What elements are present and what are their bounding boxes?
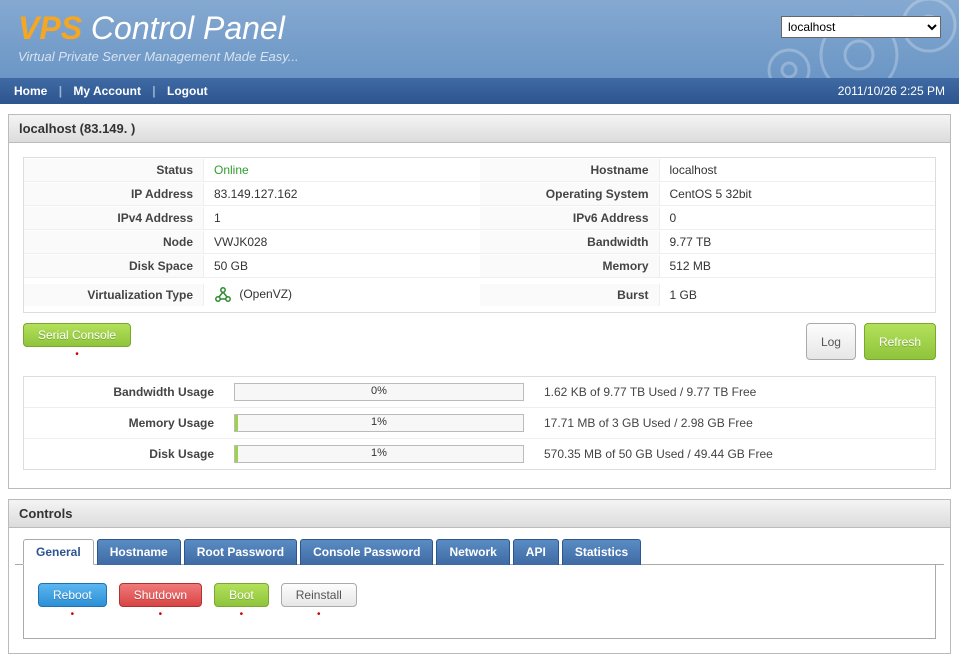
virt-type-value: (OpenVZ) [204, 282, 480, 308]
memory-value: 512 MB [660, 255, 936, 277]
serial-console-button[interactable]: Serial Console [23, 323, 131, 347]
serial-console-dot: • [75, 349, 79, 360]
tab-statistics[interactable]: Statistics [562, 539, 641, 565]
mem-usage-label: Memory Usage [24, 416, 224, 430]
controls-heading: Controls [9, 500, 950, 528]
bandwidth-label: Bandwidth [480, 231, 660, 253]
nav-separator: | [152, 84, 155, 98]
hostname-label: Hostname [480, 159, 660, 181]
bw-usage-text: 1.62 KB of 9.77 TB Used / 9.77 TB Free [534, 385, 935, 399]
os-label: Operating System [480, 183, 660, 205]
tab-content-general: Reboot • Shutdown • Boot • Reinstall • [23, 565, 936, 639]
bw-usage-pct: 0% [235, 385, 523, 397]
tab-general[interactable]: General [23, 539, 94, 565]
ip-value: 83.149.127.162 [204, 183, 480, 205]
disk-usage-bar: 1% [234, 445, 524, 463]
mem-usage-text: 17.71 MB of 3 GB Used / 2.98 GB Free [534, 416, 935, 430]
nav-logout[interactable]: Logout [167, 84, 208, 98]
ipv6-value: 0 [660, 207, 936, 229]
burst-value: 1 GB [660, 284, 936, 306]
tab-network[interactable]: Network [436, 539, 509, 565]
status-label: Status [24, 159, 204, 181]
server-select-dropdown[interactable]: localhost [781, 16, 941, 38]
node-label: Node [24, 231, 204, 253]
tab-root-password[interactable]: Root Password [184, 539, 297, 565]
bw-usage-label: Bandwidth Usage [24, 385, 224, 399]
ip-label: IP Address [24, 183, 204, 205]
refresh-button[interactable]: Refresh [864, 323, 936, 360]
main-navbar: Home | My Account | Logout 2011/10/26 2:… [0, 78, 959, 104]
bandwidth-value: 9.77 TB [660, 231, 936, 253]
disk-space-label: Disk Space [24, 255, 204, 277]
ipv4-label: IPv4 Address [24, 207, 204, 229]
os-value: CentOS 5 32bit [660, 183, 936, 205]
nav-my-account[interactable]: My Account [73, 84, 141, 98]
nav-home[interactable]: Home [14, 84, 47, 98]
tab-api[interactable]: API [513, 539, 559, 565]
tab-hostname[interactable]: Hostname [97, 539, 181, 565]
shutdown-button[interactable]: Shutdown [119, 583, 202, 607]
controls-tabs: General Hostname Root Password Console P… [15, 538, 944, 565]
ipv4-value: 1 [204, 207, 480, 229]
virt-type-text: (OpenVZ) [239, 287, 292, 301]
disk-space-value: 50 GB [204, 255, 480, 277]
server-info-grid: StatusOnline IP Address83.149.127.162 IP… [23, 157, 936, 313]
virt-type-label: Virtualization Type [24, 284, 204, 306]
controls-panel: Controls General Hostname Root Password … [8, 499, 951, 654]
app-tagline: Virtual Private Server Management Made E… [18, 49, 941, 64]
app-header: VPS Control Panel Virtual Private Server… [0, 0, 959, 78]
boot-button[interactable]: Boot [214, 583, 269, 607]
reboot-button[interactable]: Reboot [38, 583, 107, 607]
node-value: VWJK028 [204, 231, 480, 253]
bw-usage-bar: 0% [234, 383, 524, 401]
nav-datetime: 2011/10/26 2:25 PM [838, 84, 945, 98]
status-value: Online [204, 159, 480, 181]
server-panel-heading: localhost (83.149. ) [9, 115, 950, 143]
app-title-vps: VPS [18, 10, 82, 46]
memory-label: Memory [480, 255, 660, 277]
disk-usage-label: Disk Usage [24, 447, 224, 461]
openvz-icon [214, 286, 232, 304]
disk-usage-text: 570.35 MB of 50 GB Used / 49.44 GB Free [534, 447, 935, 461]
hostname-value: localhost [660, 159, 936, 181]
mem-usage-pct: 1% [235, 416, 523, 428]
reinstall-dot: • [317, 609, 321, 620]
shutdown-dot: • [159, 609, 163, 620]
tab-console-password[interactable]: Console Password [300, 539, 433, 565]
server-panel: localhost (83.149. ) StatusOnline IP Add… [8, 114, 951, 489]
nav-separator: | [59, 84, 62, 98]
log-button[interactable]: Log [806, 323, 856, 360]
burst-label: Burst [480, 284, 660, 306]
reinstall-button[interactable]: Reinstall [281, 583, 357, 607]
app-title-rest: Control Panel [82, 10, 285, 46]
reboot-dot: • [71, 609, 75, 620]
boot-dot: • [240, 609, 244, 620]
usage-table: Bandwidth Usage 0% 1.62 KB of 9.77 TB Us… [23, 376, 936, 470]
disk-usage-pct: 1% [235, 447, 523, 459]
mem-usage-bar: 1% [234, 414, 524, 432]
server-button-row: Serial Console • Log Refresh [23, 323, 936, 360]
ipv6-label: IPv6 Address [480, 207, 660, 229]
